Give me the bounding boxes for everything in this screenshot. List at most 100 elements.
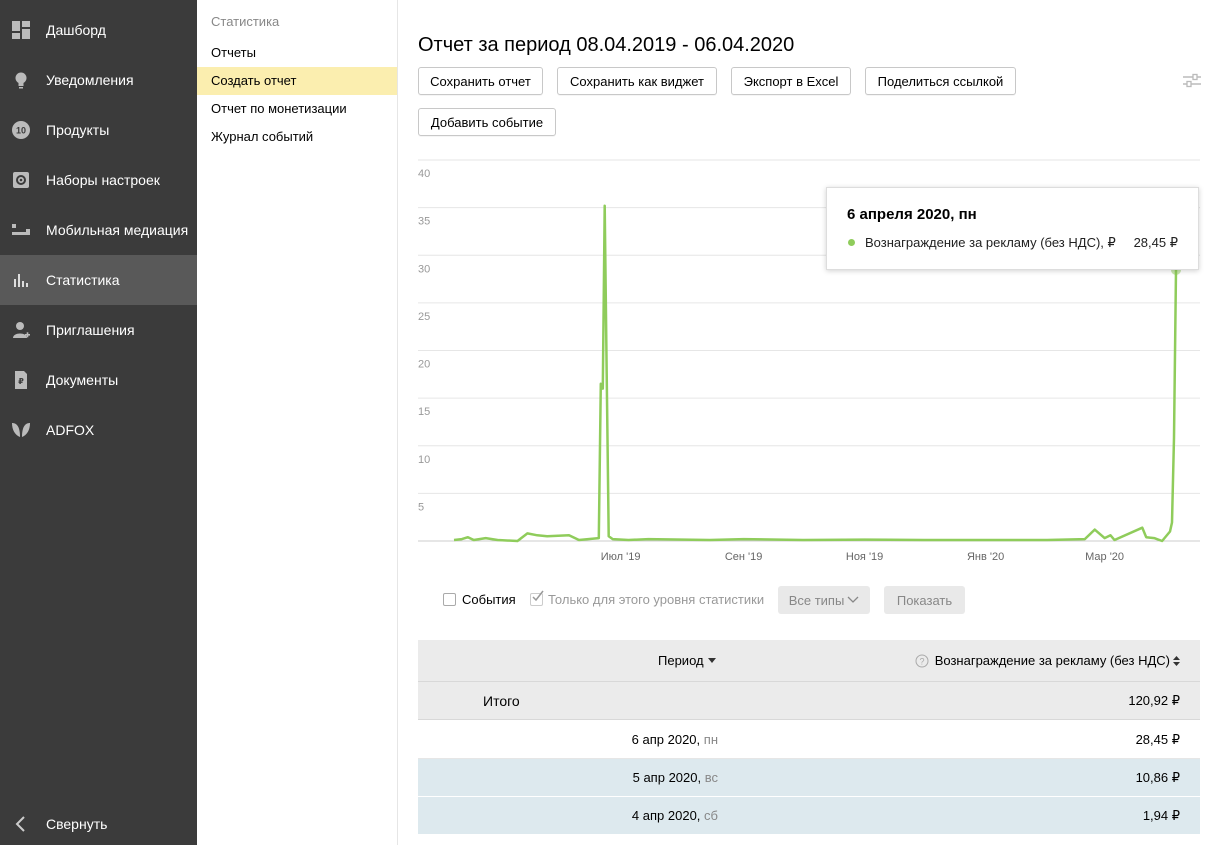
table-header: Период ? Вознаграждение за рекламу (без … bbox=[418, 640, 1200, 682]
only-this-level-checkbox[interactable] bbox=[530, 590, 544, 606]
adfox-icon bbox=[11, 420, 31, 440]
subnav-item-monetization-report[interactable]: Отчет по монетизации bbox=[197, 95, 397, 123]
column-header-period[interactable]: Период bbox=[658, 640, 716, 681]
column-header-reward[interactable]: ? Вознаграждение за рекламу (без НДС) bbox=[915, 640, 1180, 681]
save-as-widget-button[interactable]: Сохранить как виджет bbox=[557, 67, 717, 95]
table-row-total: Итого 120,92 ₽ bbox=[418, 682, 1200, 720]
events-label: События bbox=[462, 592, 516, 607]
total-value: 120,92 ₽ bbox=[1128, 692, 1180, 708]
sidebar-item-label: Дашборд bbox=[46, 22, 106, 38]
all-types-label: Все типы bbox=[788, 592, 845, 608]
subnav-item-event-log[interactable]: Журнал событий bbox=[197, 123, 397, 151]
row-date: 5 апр 2020, вс bbox=[633, 759, 718, 796]
sidebar-item-invitations[interactable]: Приглашения bbox=[0, 305, 197, 355]
x-tick-label: Июл '19 bbox=[601, 551, 641, 563]
total-label: Итого bbox=[483, 692, 520, 709]
row-value: 10,86 ₽ bbox=[1135, 769, 1180, 785]
page-title: Отчет за период 08.04.2019 - 06.04.2020 bbox=[418, 34, 795, 56]
sidebar-item-label: Продукты bbox=[46, 122, 110, 138]
main-sidebar: Дашборд Уведомления 10 Продукты Наборы н… bbox=[0, 0, 197, 845]
collapse-sidebar-button[interactable]: Свернуть bbox=[0, 803, 197, 845]
all-types-select[interactable]: Все типы bbox=[778, 586, 870, 614]
sidebar-item-dashboard[interactable]: Дашборд bbox=[0, 5, 197, 55]
tooltip-value: 28,45 ₽ bbox=[1133, 235, 1178, 250]
row-date-text: 6 апр 2020, bbox=[631, 732, 701, 747]
x-tick-label: Сен '19 bbox=[725, 551, 763, 563]
app-window: Дашборд Уведомления 10 Продукты Наборы н… bbox=[0, 0, 1220, 845]
y-tick-label: 10 bbox=[418, 454, 430, 466]
document-icon: ₽ bbox=[11, 370, 31, 390]
y-tick-label: 40 bbox=[418, 168, 430, 180]
svg-text:?: ? bbox=[919, 656, 924, 666]
row-weekday: сб bbox=[704, 808, 718, 823]
sidebar-item-adfox[interactable]: ADFOX bbox=[0, 405, 197, 455]
svg-text:₽: ₽ bbox=[18, 377, 24, 386]
sidebar-item-label: Статистика bbox=[46, 272, 120, 288]
x-tick-label: Янв '20 bbox=[967, 551, 1004, 563]
y-tick-label: 5 bbox=[418, 501, 424, 513]
products-icon: 10 bbox=[11, 120, 31, 140]
dashboard-icon bbox=[11, 20, 31, 40]
row-date-text: 4 апр 2020, bbox=[631, 808, 701, 823]
products-badge: 10 bbox=[16, 126, 26, 136]
sidebar-item-setting-sets[interactable]: Наборы настроек bbox=[0, 155, 197, 205]
only-this-level-label: Только для этого уровня статистики bbox=[548, 592, 765, 607]
x-tick-label: Мар '20 bbox=[1085, 551, 1124, 563]
help-icon[interactable]: ? bbox=[915, 654, 929, 668]
tooltip-date: 6 апреля 2020, пн bbox=[847, 206, 977, 223]
y-tick-label: 35 bbox=[418, 216, 430, 228]
mediation-icon bbox=[11, 220, 31, 240]
chevron-left-icon bbox=[11, 814, 31, 834]
row-date: 6 апр 2020, пн bbox=[632, 721, 718, 758]
y-tick-label: 30 bbox=[418, 263, 430, 275]
row-weekday: вс bbox=[704, 770, 718, 785]
sort-icon bbox=[1173, 655, 1180, 666]
sidebar-item-label: Уведомления bbox=[46, 72, 134, 88]
events-checkbox[interactable] bbox=[443, 593, 456, 606]
row-weekday: пн bbox=[703, 732, 718, 747]
filter-row: События Только для этого уровня статисти… bbox=[418, 586, 1200, 614]
subnav-title: Статистика bbox=[211, 14, 280, 29]
sidebar-item-label: Наборы настроек bbox=[46, 172, 160, 188]
invite-icon bbox=[11, 320, 31, 340]
table-row[interactable]: 4 апр 2020, сб 1,94 ₽ bbox=[418, 797, 1200, 835]
sidebar-item-label: Мобильная медиация bbox=[46, 222, 189, 238]
sort-desc-icon bbox=[707, 657, 716, 663]
tooltip-series-name: Вознаграждение за рекламу (без НДС), ₽ bbox=[865, 235, 1116, 250]
show-button[interactable]: Показать bbox=[884, 586, 965, 614]
table-row[interactable]: 5 апр 2020, вс 10,86 ₽ bbox=[418, 759, 1200, 797]
lightbulb-icon bbox=[11, 70, 31, 90]
row-date: 4 апр 2020, сб bbox=[632, 797, 718, 834]
sidebar-item-label: Документы bbox=[46, 372, 119, 388]
sidebar-item-documents[interactable]: ₽ Документы bbox=[0, 355, 197, 405]
column-header-reward-label: Вознаграждение за рекламу (без НДС) bbox=[934, 653, 1170, 668]
share-link-button[interactable]: Поделиться ссылкой bbox=[865, 67, 1016, 95]
row-value: 28,45 ₽ bbox=[1135, 731, 1180, 747]
chevron-down-icon bbox=[847, 596, 859, 603]
subnav-item-create-report[interactable]: Создать отчет bbox=[197, 67, 397, 95]
collapse-label: Свернуть bbox=[46, 816, 108, 832]
sidebar-item-notifications[interactable]: Уведомления bbox=[0, 55, 197, 105]
y-tick-label: 20 bbox=[418, 359, 430, 371]
sidebar-item-label: ADFOX bbox=[46, 422, 95, 438]
main-content: Отчет за период 08.04.2019 - 06.04.2020 … bbox=[398, 0, 1220, 845]
sidebar-item-label: Приглашения bbox=[46, 322, 135, 338]
checkmark-icon bbox=[532, 590, 544, 602]
table-row[interactable]: 6 апр 2020, пн 28,45 ₽ bbox=[418, 721, 1200, 759]
sidebar-item-products[interactable]: 10 Продукты bbox=[0, 105, 197, 155]
export-excel-button[interactable]: Экспорт в Excel bbox=[731, 67, 851, 95]
bar-chart-icon bbox=[11, 270, 31, 290]
series-color-dot bbox=[848, 239, 855, 246]
add-event-button[interactable]: Добавить событие bbox=[418, 108, 556, 136]
chart-tooltip: 6 апреля 2020, пн Вознаграждение за рекл… bbox=[826, 187, 1199, 270]
sliders-icon[interactable] bbox=[1182, 72, 1202, 90]
y-tick-label: 25 bbox=[418, 311, 430, 323]
subnav-item-reports[interactable]: Отчеты bbox=[197, 39, 397, 67]
row-value: 1,94 ₽ bbox=[1142, 807, 1180, 823]
sidebar-item-statistics[interactable]: Статистика bbox=[0, 255, 197, 305]
save-report-button[interactable]: Сохранить отчет bbox=[418, 67, 543, 95]
x-tick-label: Ноя '19 bbox=[846, 551, 883, 563]
sidebar-item-mobile-mediation[interactable]: Мобильная медиация bbox=[0, 205, 197, 255]
column-header-period-label: Период bbox=[658, 653, 704, 668]
y-tick-label: 15 bbox=[418, 406, 430, 418]
